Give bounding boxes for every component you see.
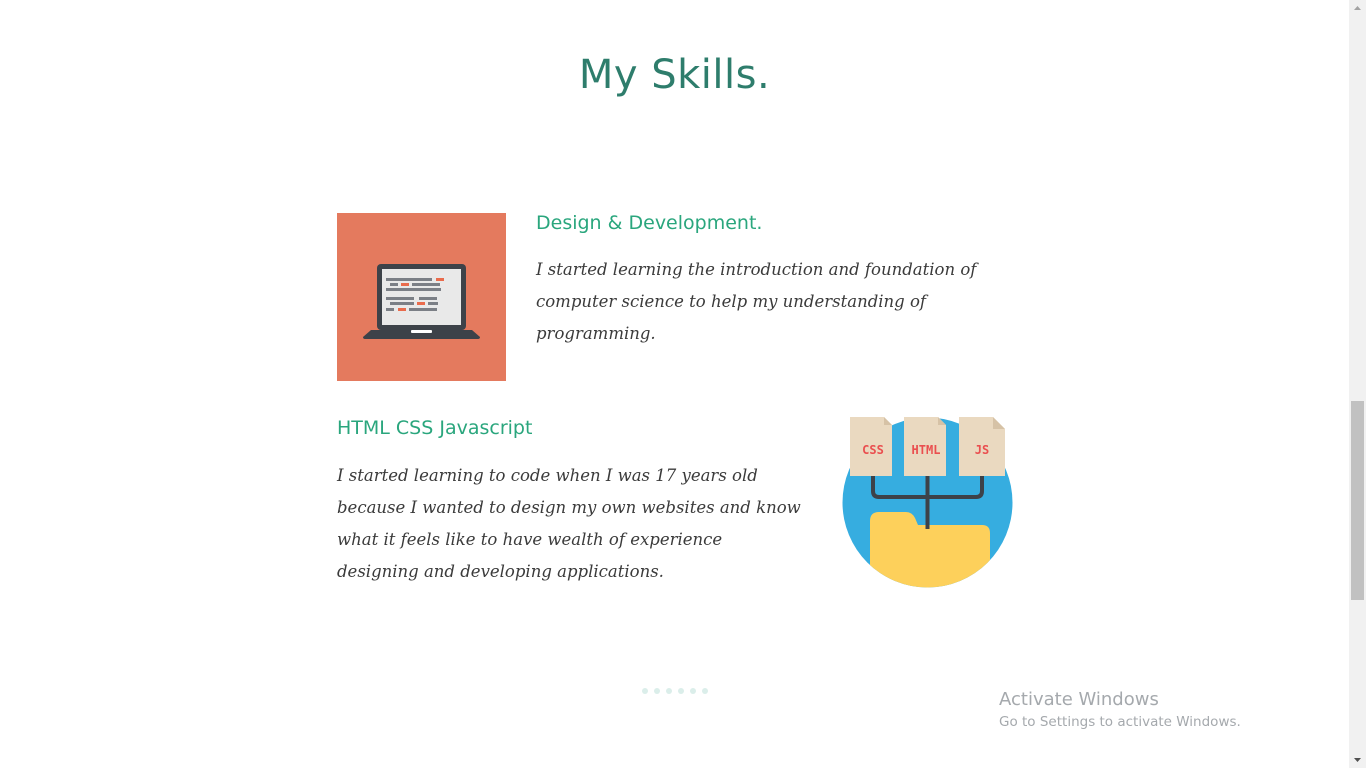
watermark-subtitle: Go to Settings to activate Windows. bbox=[999, 714, 1241, 730]
scroll-up-arrow-icon[interactable] bbox=[1349, 0, 1366, 17]
vertical-scrollbar[interactable] bbox=[1349, 0, 1366, 768]
loading-dots bbox=[642, 688, 708, 694]
watermark-title: Activate Windows bbox=[999, 689, 1159, 710]
skill-heading: HTML CSS Javascript bbox=[337, 417, 533, 439]
css-file-label: CSS bbox=[862, 443, 884, 457]
scrollbar-thumb[interactable] bbox=[1351, 401, 1364, 600]
page: My Skills. Design & Development. I start… bbox=[0, 0, 1349, 768]
web-files-icon: CSS HTML JS bbox=[842, 417, 1013, 588]
html-file-label: HTML bbox=[912, 443, 941, 457]
skill-description: I started learning to code when I was 17… bbox=[337, 466, 801, 581]
loading-dot bbox=[654, 688, 660, 694]
page-title: My Skills. bbox=[578, 52, 771, 98]
loading-dot bbox=[642, 688, 648, 694]
loading-dot bbox=[678, 688, 684, 694]
activate-windows-watermark: Activate Windows Go to Settings to activ… bbox=[999, 689, 1241, 730]
loading-dot bbox=[666, 688, 672, 694]
skill-description: I started learning the introduction and … bbox=[536, 260, 977, 343]
skill-heading: Design & Development. bbox=[536, 212, 763, 234]
js-file-label: JS bbox=[975, 443, 989, 457]
loading-dot bbox=[702, 688, 708, 694]
loading-dot bbox=[690, 688, 696, 694]
laptop-icon bbox=[337, 213, 506, 381]
scroll-down-arrow-icon[interactable] bbox=[1349, 751, 1366, 768]
